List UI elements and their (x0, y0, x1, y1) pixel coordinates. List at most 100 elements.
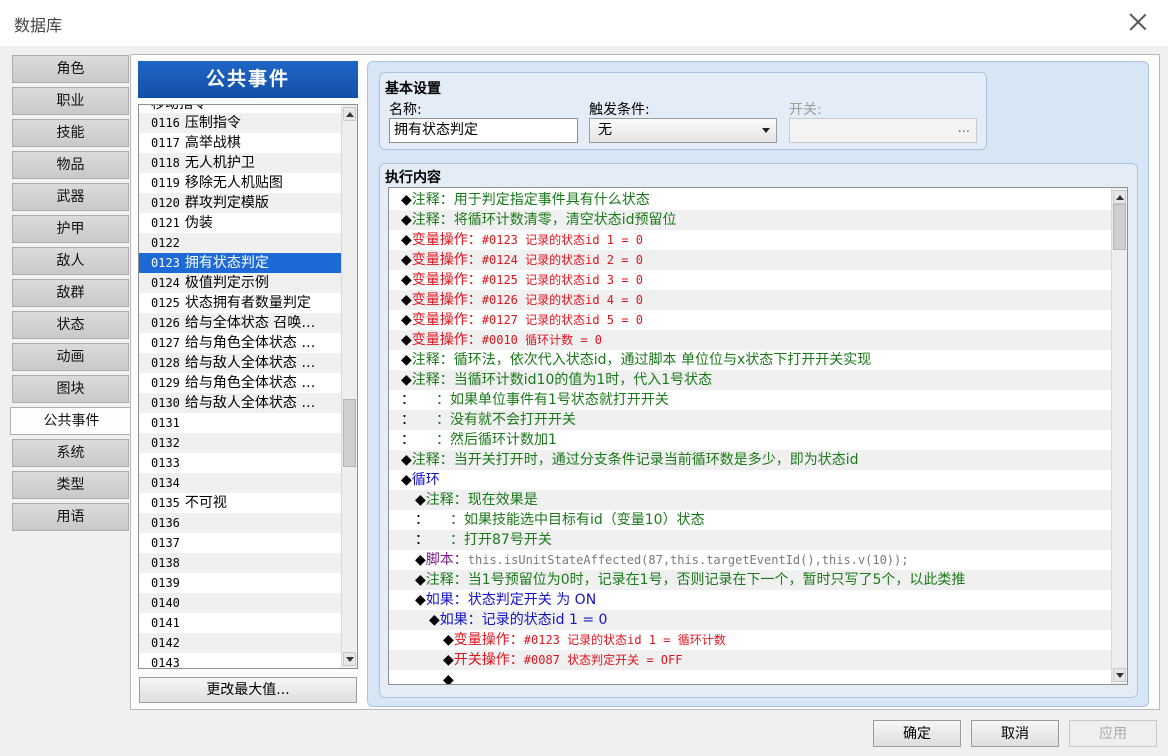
tab-10[interactable]: 图块 (12, 375, 129, 403)
list-item-id: 0136 (151, 516, 180, 530)
tab-1[interactable]: 职业 (12, 87, 129, 115)
list-item[interactable]: 0119 移除无人机贴图 (139, 173, 341, 193)
command-row[interactable]: ◆注释：当1号预留位为0时，记录在1号，否则记录在下一个，暂时只写了5个，以此类… (389, 570, 1111, 590)
command-row[interactable]: ◆注释：当循环计数id10的值为1时，代入1号状态 (389, 370, 1111, 390)
scrollbar-thumb[interactable] (343, 399, 356, 467)
list-item[interactable]: 0122 (139, 233, 341, 253)
list-item[interactable]: 0121 伪装 (139, 213, 341, 233)
list-item[interactable]: 0133 (139, 453, 341, 473)
tab-3[interactable]: 物品 (12, 151, 129, 179)
command-row[interactable]: ◆循环 (389, 470, 1111, 490)
command-row[interactable]: ◆变量操作：#0124 记录的状态id 2 = 0 (389, 250, 1111, 270)
command-row[interactable]: ◆变量操作：#0010 循环计数 = 0 (389, 330, 1111, 350)
list-item-name: 极值判定示例 (184, 275, 269, 291)
command-row[interactable]: ◆注释：循环法，依次代入状态id，通过脚本 单位位与x状态下打开开关实现 (389, 350, 1111, 370)
tab-9[interactable]: 动画 (12, 343, 129, 371)
command-row[interactable]: ◆注释：当开关打开时，通过分支条件记录当前循环数是多少，即为状态id (389, 450, 1111, 470)
tab-12[interactable]: 系统 (12, 439, 129, 467)
tab-14[interactable]: 用语 (12, 503, 129, 531)
command-marker: ◆ (401, 252, 412, 268)
list-item[interactable]: 0116 压制指令 (139, 113, 341, 133)
command-row[interactable]: ◆变量操作：#0123 记录的状态id 1 = 循环计数 (389, 630, 1111, 650)
scroll-up-arrow-icon[interactable] (343, 107, 356, 121)
event-list[interactable]: 移动指令 0116 压制指令 0117 高举战棋 0118 无人机护卫 0119 移除无人机贴图… (138, 104, 358, 669)
command-marker: ◆ (401, 232, 412, 248)
list-item-id: 0123 (151, 256, 180, 270)
trigger-select[interactable]: 无 (589, 118, 777, 143)
tab-8[interactable]: 状态 (12, 311, 129, 339)
close-icon[interactable] (1126, 10, 1150, 34)
command-row[interactable]: ◆如果：状态判定开关 为 ON (389, 590, 1111, 610)
scrollbar-thumb[interactable] (1113, 204, 1126, 250)
command-row[interactable]: ◆变量操作：#0123 记录的状态id 1 = 0 (389, 230, 1111, 250)
command-row[interactable]: ： ：如果技能选中目标有id（变量10）状态 (389, 510, 1111, 530)
command-row[interactable]: ： ：如果单位事件有1号状态就打开开关 (389, 390, 1111, 410)
scroll-down-arrow-icon[interactable] (1113, 668, 1126, 682)
name-input[interactable]: 拥有状态判定 (389, 118, 578, 143)
command-row[interactable]: ： ：然后循环计数加1 (389, 430, 1111, 450)
command-row[interactable]: ◆注释：将循环计数清零，清空状态id预留位 (389, 210, 1111, 230)
list-item[interactable]: 0142 (139, 633, 341, 653)
tab-0[interactable]: 角色 (12, 55, 129, 83)
list-item[interactable]: 0117 高举战棋 (139, 133, 341, 153)
list-item-id: 0117 (151, 136, 180, 150)
list-item[interactable]: 0139 (139, 573, 341, 593)
list-item[interactable]: 0123 拥有状态判定 (139, 253, 341, 273)
cancel-button[interactable]: 取消 (971, 720, 1059, 747)
tab-5[interactable]: 护甲 (12, 215, 129, 243)
event-list-scrollbar[interactable] (341, 105, 357, 668)
command-marker: ： (415, 532, 422, 548)
tab-4[interactable]: 武器 (12, 183, 129, 211)
list-item[interactable]: 0143 (139, 653, 341, 668)
list-item[interactable]: 0131 (139, 413, 341, 433)
ok-button[interactable]: 确定 (873, 720, 961, 747)
list-item[interactable]: 0138 (139, 553, 341, 573)
command-marker: ◆ (401, 372, 412, 388)
tab-11[interactable]: 公共事件 (10, 407, 132, 435)
list-item[interactable]: 0120 群攻判定模版 (139, 193, 341, 213)
list-item[interactable]: 0132 (139, 433, 341, 453)
list-item[interactable]: 0124 极值判定示例 (139, 273, 341, 293)
command-row[interactable]: ◆开关操作：#0087 状态判定开关 = OFF (389, 650, 1111, 670)
list-item[interactable]: 0140 (139, 593, 341, 613)
list-item[interactable]: 0127 给与角色全体状态 … (139, 333, 341, 353)
list-item-id: 0121 (151, 216, 180, 230)
command-row[interactable]: ◆注释：用于判定指定事件具有什么状态 (389, 190, 1111, 210)
list-item[interactable]: 0136 (139, 513, 341, 533)
list-item[interactable]: 0125 状态拥有者数量判定 (139, 293, 341, 313)
command-row[interactable]: ◆变量操作：#0127 记录的状态id 5 = 0 (389, 310, 1111, 330)
list-item[interactable]: 0118 无人机护卫 (139, 153, 341, 173)
list-item-id: 0127 (151, 336, 180, 350)
command-row[interactable]: ◆变量操作：#0125 记录的状态id 3 = 0 (389, 270, 1111, 290)
list-item-id: 0125 (151, 296, 180, 310)
list-item[interactable]: 0134 (139, 473, 341, 493)
command-row[interactable]: ◆如果：记录的状态id 1 = 0 (389, 610, 1111, 630)
change-max-button[interactable]: 更改最大值... (139, 677, 357, 703)
command-marker: ◆ (443, 672, 454, 685)
tab-6[interactable]: 敌人 (12, 247, 129, 275)
command-marker: ： (401, 412, 408, 428)
scroll-up-arrow-icon[interactable] (1113, 190, 1126, 204)
command-row[interactable]: ： ：没有就不会打开开关 (389, 410, 1111, 430)
list-item[interactable]: 0128 给与敌人全体状态 … (139, 353, 341, 373)
tab-7[interactable]: 敌群 (12, 279, 129, 307)
tab-13[interactable]: 类型 (12, 471, 129, 499)
list-item[interactable]: 0137 (139, 533, 341, 553)
list-item[interactable]: 0141 (139, 613, 341, 633)
list-item[interactable]: 0130 给与敌人全体状态 … (139, 393, 341, 413)
scroll-down-arrow-icon[interactable] (343, 652, 356, 666)
command-row[interactable]: ◆注释：现在效果是 (389, 490, 1111, 510)
list-item[interactable]: 0135 不可视 (139, 493, 341, 513)
command-list[interactable]: ◆注释：用于判定指定事件具有什么状态 ◆注释：将循环计数清零，清空状态id预留位 ◆… (388, 187, 1128, 685)
command-row[interactable]: ◆脚本：this.isUnitStateAffected(87,this.tar… (389, 550, 1111, 570)
command-text: 循环 (411, 472, 440, 488)
command-row[interactable]: ： ：打开87号开关 (389, 530, 1111, 550)
command-row[interactable]: ◆ (389, 670, 1111, 685)
command-list-scrollbar[interactable] (1111, 188, 1127, 684)
list-item[interactable]: 0126 给与全体状态 召唤… (139, 313, 341, 333)
command-row[interactable]: ◆变量操作：#0126 记录的状态id 4 = 0 (389, 290, 1111, 310)
tab-2[interactable]: 技能 (12, 119, 129, 147)
apply-button: 应用 (1069, 720, 1157, 747)
list-item[interactable]: 0129 给与角色全体状态 … (139, 373, 341, 393)
list-item-id: 0122 (151, 236, 180, 250)
